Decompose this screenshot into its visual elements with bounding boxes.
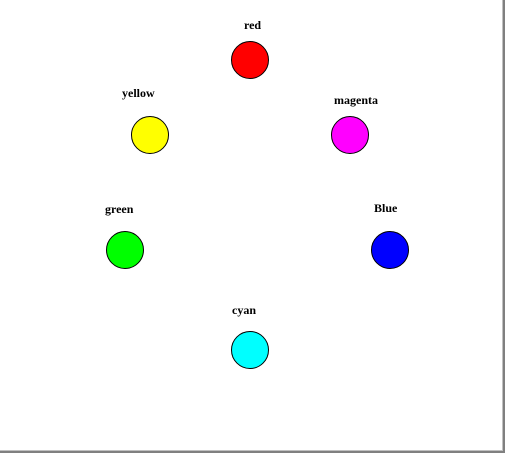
color-swatch-cyan[interactable] [231, 331, 269, 369]
color-swatch-blue[interactable] [371, 231, 409, 269]
color-swatch-magenta[interactable] [331, 116, 369, 154]
color-label-red: red [244, 18, 262, 32]
color-swatch-green[interactable] [106, 231, 144, 269]
color-swatch-red[interactable] [231, 41, 269, 79]
color-label-yellow: yellow [122, 86, 155, 100]
color-swatch-yellow[interactable] [131, 116, 169, 154]
color-label-green: green [105, 202, 134, 216]
color-wheel-canvas: red yellow magenta green Blue cyan [0, 0, 505, 453]
color-label-cyan: cyan [232, 303, 256, 317]
color-label-blue: Blue [374, 201, 398, 215]
color-label-magenta: magenta [334, 93, 378, 107]
